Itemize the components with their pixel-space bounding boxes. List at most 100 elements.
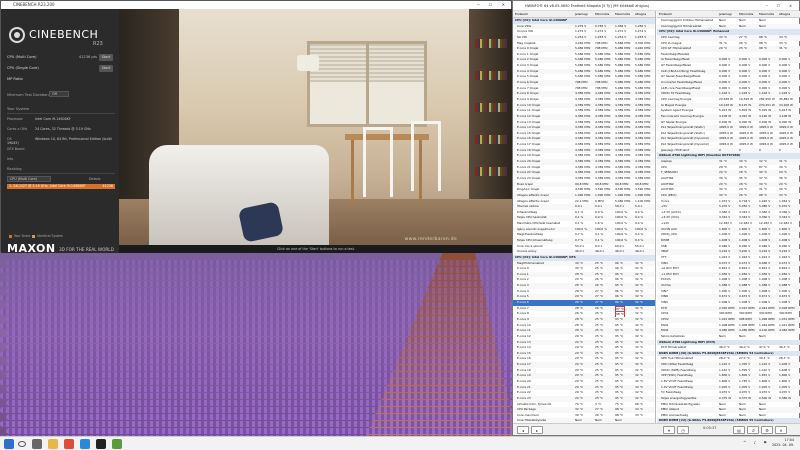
lavender-row <box>6 414 518 420</box>
edge-icon[interactable] <box>80 439 90 449</box>
hwinfo-statusbar: ◂ ▸ ⌖ ◷ 0:05:37 ▤ ↺ ⚙ ✕ <box>513 423 800 435</box>
processor-row: Processor Intel Core i9-14900KF <box>7 117 115 121</box>
render-watermark: www.renderbaron.de <box>404 237 457 242</box>
lavender-row <box>0 309 512 315</box>
search-icon[interactable] <box>18 441 26 447</box>
lavender-row <box>6 330 518 336</box>
header-current[interactable]: Jelenlegi <box>719 11 732 18</box>
lavender-row <box>6 400 518 406</box>
close-icon[interactable]: ✕ <box>775 426 787 434</box>
settings-gear-icon[interactable]: ⚙ <box>761 426 773 434</box>
lavender-row <box>6 316 518 322</box>
lavender-row <box>6 302 518 308</box>
min-duration-label: Minimum Test Duration <box>7 93 49 97</box>
lavender-row <box>0 365 512 371</box>
mp-ratio-row: MP Ratio <box>7 75 115 84</box>
sensor-header: Érzékelő Jelenlegi Minimális Maximális Á… <box>513 11 655 18</box>
render-viewport: www.renderbaron.de <box>119 9 513 245</box>
hwinfo-titlebar[interactable]: HWiNFO® 64 v8.05-5650 Érzékelő állapota … <box>513 1 799 11</box>
sofa <box>149 145 329 245</box>
cinebench-version: R23 <box>93 41 103 47</box>
windows-start-icon[interactable] <box>4 439 14 449</box>
header-current[interactable]: Jelenlegi <box>575 11 588 18</box>
chair <box>363 127 393 197</box>
lavender-row <box>0 267 512 273</box>
cpu-single-label: CPU (Single Core) <box>7 66 39 70</box>
window-frame <box>366 44 369 124</box>
lavender-row <box>0 379 512 385</box>
lavender-row <box>0 393 512 399</box>
your-score-swatch <box>9 234 12 238</box>
window-controls[interactable]: ─ ☐ ✕ <box>766 1 796 11</box>
task-view-icon[interactable] <box>32 439 42 449</box>
header-max[interactable]: Maximális <box>759 11 774 18</box>
system-tray[interactable]: ^ ♪ ⚑ <box>743 440 770 445</box>
cinebench-taskbar-icon[interactable] <box>96 439 106 449</box>
header-sensor[interactable]: Érzékelő <box>515 11 528 18</box>
min-duration-dropdown[interactable]: Off <box>49 91 69 97</box>
mp-ratio-label: MP Ratio <box>7 77 23 81</box>
hwinfo-taskbar-icon[interactable] <box>112 439 122 449</box>
clock-icon[interactable]: ◷ <box>677 426 689 434</box>
cinebench-titlebar[interactable]: CINEBENCH R23.200 ─ ☐ ✕ <box>1 1 511 9</box>
identical-swatch <box>32 234 36 238</box>
chair <box>411 121 441 191</box>
gfx-row: GFX Board <box>7 147 115 151</box>
lavender-row <box>6 386 518 392</box>
lavender-row <box>0 407 512 413</box>
report-icon[interactable]: ▤ <box>733 426 745 434</box>
legend-identical: Identical System <box>37 234 64 238</box>
taskbar-clock[interactable]: 17:04 2025. 04. 09. <box>772 438 794 448</box>
books <box>475 135 507 144</box>
header-min[interactable]: Minimális <box>595 11 609 18</box>
forward-arrow-icon[interactable]: ▸ <box>531 426 543 434</box>
lavender-row <box>0 351 512 357</box>
sensor-pane-right: Érzékelő Jelenlegi Minimális Maximális Á… <box>657 11 800 425</box>
back-arrow-icon[interactable]: ◂ <box>517 426 529 434</box>
table-leg <box>351 140 354 204</box>
lavender-row <box>0 421 512 427</box>
header-min[interactable]: Minimális <box>739 11 753 18</box>
maxon-tagline: 3D FOR THE REAL WORLD <box>59 247 114 252</box>
books <box>475 103 507 112</box>
cpu-single-start-button[interactable]: Start <box>99 65 113 72</box>
divider <box>7 113 115 114</box>
cinebench-brand: CINEBENCH <box>29 28 99 41</box>
lavender-row <box>0 323 512 329</box>
header-max[interactable]: Maximális <box>615 11 630 18</box>
reset-icon[interactable]: ↺ <box>747 426 759 434</box>
cinebench-logo-icon <box>9 27 25 43</box>
cinebench-title: CINEBENCH R23.200 <box>13 2 55 7</box>
sensor-pane-left: Érzékelő Jelenlegi Minimális Maximális Á… <box>513 11 656 425</box>
os-row: OS Windows 10, 64 Bit, Professional Editi… <box>7 137 115 145</box>
header-sensor[interactable]: Érzékelő <box>659 11 672 18</box>
lavender-row <box>6 358 518 364</box>
ranking-dropdown[interactable]: CPU (Multi Core) <box>7 176 51 182</box>
cores-row: Cores x GHz 24 Cores, 32 Threads @ 3.19 G… <box>7 127 115 131</box>
lavender-row <box>0 337 512 343</box>
elapsed-time: 0:05:37 <box>703 426 717 430</box>
file-explorer-icon[interactable] <box>48 439 58 449</box>
cores-value: 24 Cores, 32 Threads @ 3.19 GHz <box>35 127 91 131</box>
processor-value: Intel Core i9-14900KF <box>35 117 71 121</box>
rank-entry-score: 41236 <box>102 184 114 188</box>
books <box>475 167 507 176</box>
lavender-row <box>6 288 518 294</box>
chrome-icon[interactable] <box>64 439 74 449</box>
processor-label: Processor <box>7 117 23 121</box>
maxon-logo: MAXON <box>7 242 56 255</box>
sensor-header: Érzékelő Jelenlegi Minimális Maximális Á… <box>657 11 800 18</box>
cpu-single-row: CPU (Single Core) Start <box>7 64 115 73</box>
sensor-rows-left: CPU [#0]: Intel Core i9-14900KF Core VIDs… <box>513 18 655 425</box>
window-controls[interactable]: ─ ☐ ✕ <box>477 1 509 9</box>
clock-date: 2025. 04. 09. <box>771 443 794 447</box>
header-avg[interactable]: Átlagos <box>635 11 646 18</box>
details-toggle[interactable]: Details <box>89 177 113 181</box>
network-icon[interactable]: ⌖ <box>663 426 675 434</box>
header-avg[interactable]: Átlagos <box>779 11 790 18</box>
books <box>475 71 507 80</box>
cpu-multi-start-button[interactable]: Start <box>99 54 113 61</box>
ranking-label: Ranking <box>7 167 22 171</box>
cpu-multi-score: 41236 pts <box>78 55 97 59</box>
rank-entry-your-score[interactable]: 1. 24C/32T @ 3.19 GHz, Intel Core i9-149… <box>7 184 115 189</box>
